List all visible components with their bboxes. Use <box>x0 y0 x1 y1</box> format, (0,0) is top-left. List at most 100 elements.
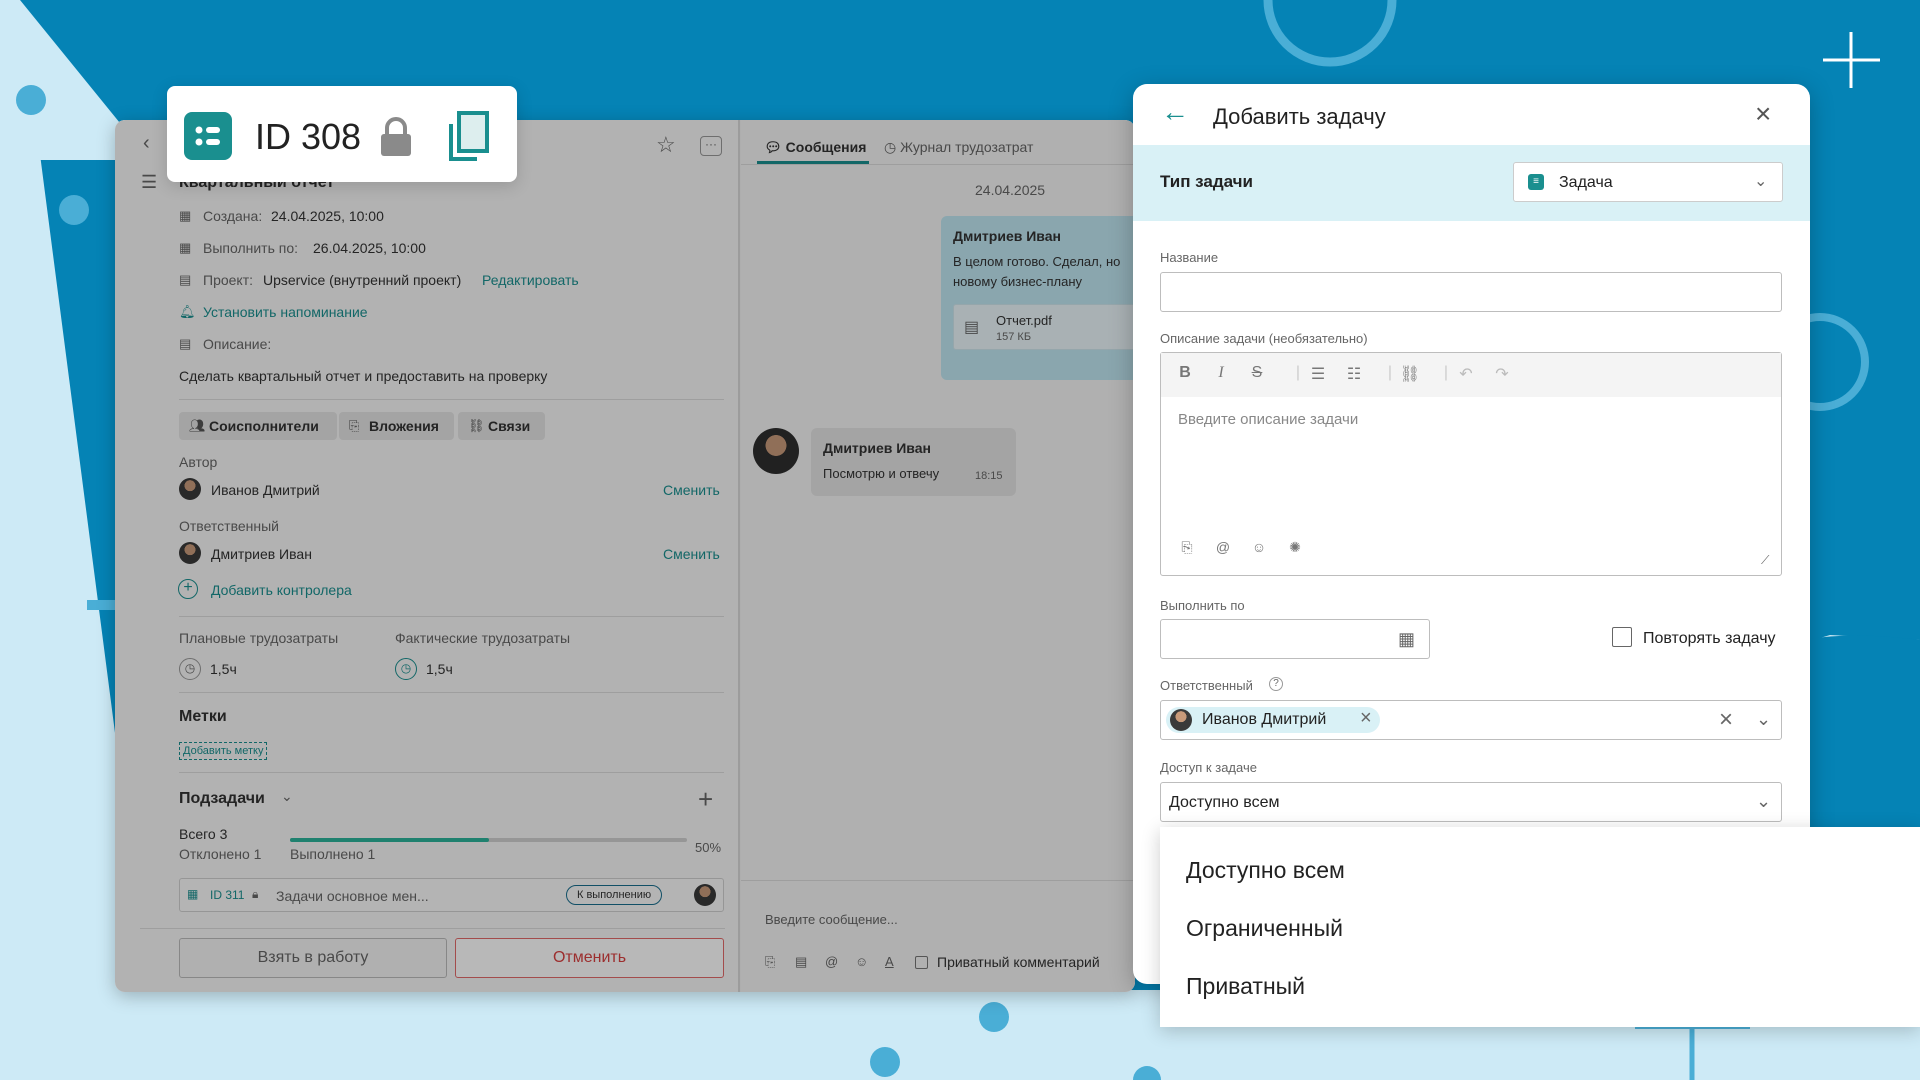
copy-icon[interactable] <box>447 110 491 167</box>
task-type-select[interactable]: ≡ Задача ⌄ <box>1513 162 1783 202</box>
project-label: Проект: <box>203 272 254 288</box>
responsible-select[interactable]: Иванов Дмитрий × × ⌄ <box>1160 700 1782 740</box>
text-format-icon[interactable]: A <box>885 954 894 969</box>
coexecutors-label: Соисполнители <box>209 418 319 434</box>
set-reminder-link[interactable]: Установить напоминание <box>203 304 368 320</box>
author-label: Автор <box>179 454 218 470</box>
mention-icon[interactable]: @ <box>1211 539 1235 555</box>
plus-circle-icon[interactable]: + <box>178 579 198 599</box>
clear-icon[interactable]: × <box>1719 706 1733 734</box>
tab-messages[interactable]: 💬︎ Сообщения <box>764 139 866 156</box>
menu-icon[interactable]: ☰ <box>141 172 157 193</box>
back-icon[interactable]: ‹ <box>143 132 150 155</box>
divider <box>741 164 1135 165</box>
paperclip-icon[interactable]: ⎘ <box>765 954 775 970</box>
divider <box>179 692 724 693</box>
access-option-restricted[interactable]: Ограниченный <box>1186 915 1343 942</box>
project-edit-link[interactable]: Редактировать <box>482 272 579 288</box>
calendar-icon: ▦ <box>179 240 192 255</box>
message-input[interactable]: Введите сообщение... <box>765 912 898 927</box>
task-details: ‹ ☰ Квартальный отчет ☆ ··· ▦ Создана: 2… <box>115 120 740 992</box>
access-select[interactable]: Доступно всем ⌄ <box>1160 782 1782 822</box>
private-checkbox[interactable] <box>915 956 928 969</box>
project-icon: ▤ <box>179 272 192 287</box>
private-comment-label: Приватный комментарий <box>937 954 1100 970</box>
add-subtask-icon[interactable]: + <box>698 784 713 815</box>
add-controller-link[interactable]: Добавить контролера <box>211 582 352 598</box>
take-to-work-button[interactable]: Взять в работу <box>179 938 447 978</box>
links-tab[interactable]: ⛓︎ Связи <box>458 412 545 440</box>
message-author: Дмитриев Иван <box>823 440 931 456</box>
actual-value: 1,5ч <box>426 661 453 677</box>
paperclip-icon[interactable]: ⎘ <box>1175 539 1199 556</box>
back-arrow-icon[interactable]: ← <box>1161 96 1189 128</box>
help-icon[interactable]: ? <box>1269 677 1283 691</box>
timer-icon: ◷ <box>395 658 417 680</box>
tab-log-label: Журнал трудозатрат <box>900 139 1034 155</box>
redo-icon[interactable]: ↷ <box>1490 364 1514 384</box>
message-text: Посмотрю и отвечу <box>823 466 940 481</box>
repeat-checkbox[interactable] <box>1612 627 1632 647</box>
due-label: Выполнить по: <box>203 240 299 256</box>
subtasks-progress-text: 50% <box>695 840 722 855</box>
coexecutors-tab[interactable]: 👥︎ Соисполнители <box>179 412 337 440</box>
message-bubble: Дмитриев Иван Посмотрю и отвечу 18:15 <box>811 428 1016 496</box>
chat-panel: 💬︎ Сообщения ◷ Журнал трудозатрат 24.04.… <box>741 120 1135 992</box>
emoji-icon[interactable]: ☺ <box>1247 539 1271 555</box>
mention-icon[interactable]: @ <box>825 954 838 969</box>
link-icon[interactable]: ⛓︎ <box>1398 364 1422 384</box>
calendar-icon: ▦ <box>179 208 192 223</box>
bold-icon[interactable]: B <box>1173 364 1197 382</box>
change-author-link[interactable]: Сменить <box>663 482 720 498</box>
divider <box>179 399 724 400</box>
subtask-status-badge[interactable]: К выполнению <box>566 885 663 905</box>
chevron-down-icon[interactable]: ⌄ <box>281 788 293 805</box>
cancel-task-button[interactable]: Отменить <box>455 938 724 978</box>
subtasks-rejected: Отклонено 1 <box>179 846 262 862</box>
task-list-icon: ≡ <box>1528 174 1544 190</box>
change-responsible-link[interactable]: Сменить <box>663 546 720 562</box>
add-tag-button[interactable]: Добавить метку <box>179 742 268 760</box>
subtasks-done: Выполнено 1 <box>290 846 376 862</box>
planned-value: 1,5ч <box>210 661 237 677</box>
calendar-icon[interactable]: ▦ <box>1398 629 1415 650</box>
resize-handle-icon[interactable]: ⟋ <box>1761 553 1769 568</box>
tab-log[interactable]: ◷ Журнал трудозатрат <box>884 139 1033 156</box>
access-dropdown: Доступно всем Ограниченный Приватный <box>1160 827 1920 1027</box>
chevron-down-icon[interactable]: ⌄ <box>1756 709 1771 730</box>
due-date-input[interactable]: ▦ <box>1160 619 1430 659</box>
strikethrough-icon[interactable]: S <box>1245 364 1269 382</box>
ai-icon[interactable]: ✺ <box>1283 539 1307 556</box>
star-icon[interactable]: ☆ <box>656 132 676 158</box>
task-id-badge: ID 308 <box>167 86 517 182</box>
responsible-avatar <box>1170 709 1192 731</box>
lock-icon <box>378 116 414 163</box>
undo-icon[interactable]: ↶ <box>1454 364 1478 384</box>
emoji-icon[interactable]: ☺ <box>855 954 868 969</box>
description-label: Описание задачи (необязательно) <box>1160 331 1368 346</box>
italic-icon[interactable]: I <box>1209 364 1233 382</box>
responsible-avatar <box>179 542 201 564</box>
task-list-icon-svg <box>195 126 220 146</box>
task-list-icon: ▦ <box>187 887 199 901</box>
created-label: Создана: <box>203 208 263 224</box>
description-editor[interactable]: B I S | ☰ ☷ | ⛓︎ | ↶ ↷ Введите описание … <box>1160 352 1782 576</box>
subtask-title: Задачи основное мен... <box>276 888 429 904</box>
numbered-list-icon[interactable]: ☷ <box>1342 364 1366 384</box>
author-avatar <box>179 478 201 500</box>
tags-heading: Метки <box>179 708 227 725</box>
subtask-row[interactable]: ▦ ID 311 🔒︎ Задачи основное мен... К вып… <box>179 878 724 912</box>
name-input[interactable] <box>1160 272 1782 312</box>
more-icon[interactable]: ··· <box>700 136 722 156</box>
repeat-label: Повторять задачу <box>1643 630 1776 647</box>
close-icon[interactable]: × <box>1755 98 1771 130</box>
document-icon[interactable]: ▤ <box>795 954 807 970</box>
subtasks-progress-fill <box>290 838 489 842</box>
task-type-row: Тип задачи ≡ Задача ⌄ <box>1133 145 1810 221</box>
file-attachment[interactable]: ▤ Отчет.pdf 157 КБ <box>953 304 1135 350</box>
attachments-tab[interactable]: ⎘ Вложения <box>339 412 454 440</box>
remove-chip-icon[interactable]: × <box>1360 707 1372 730</box>
access-option-public[interactable]: Доступно всем <box>1186 857 1345 884</box>
bullet-list-icon[interactable]: ☰ <box>1306 364 1330 384</box>
access-option-private[interactable]: Приватный <box>1186 973 1305 1000</box>
